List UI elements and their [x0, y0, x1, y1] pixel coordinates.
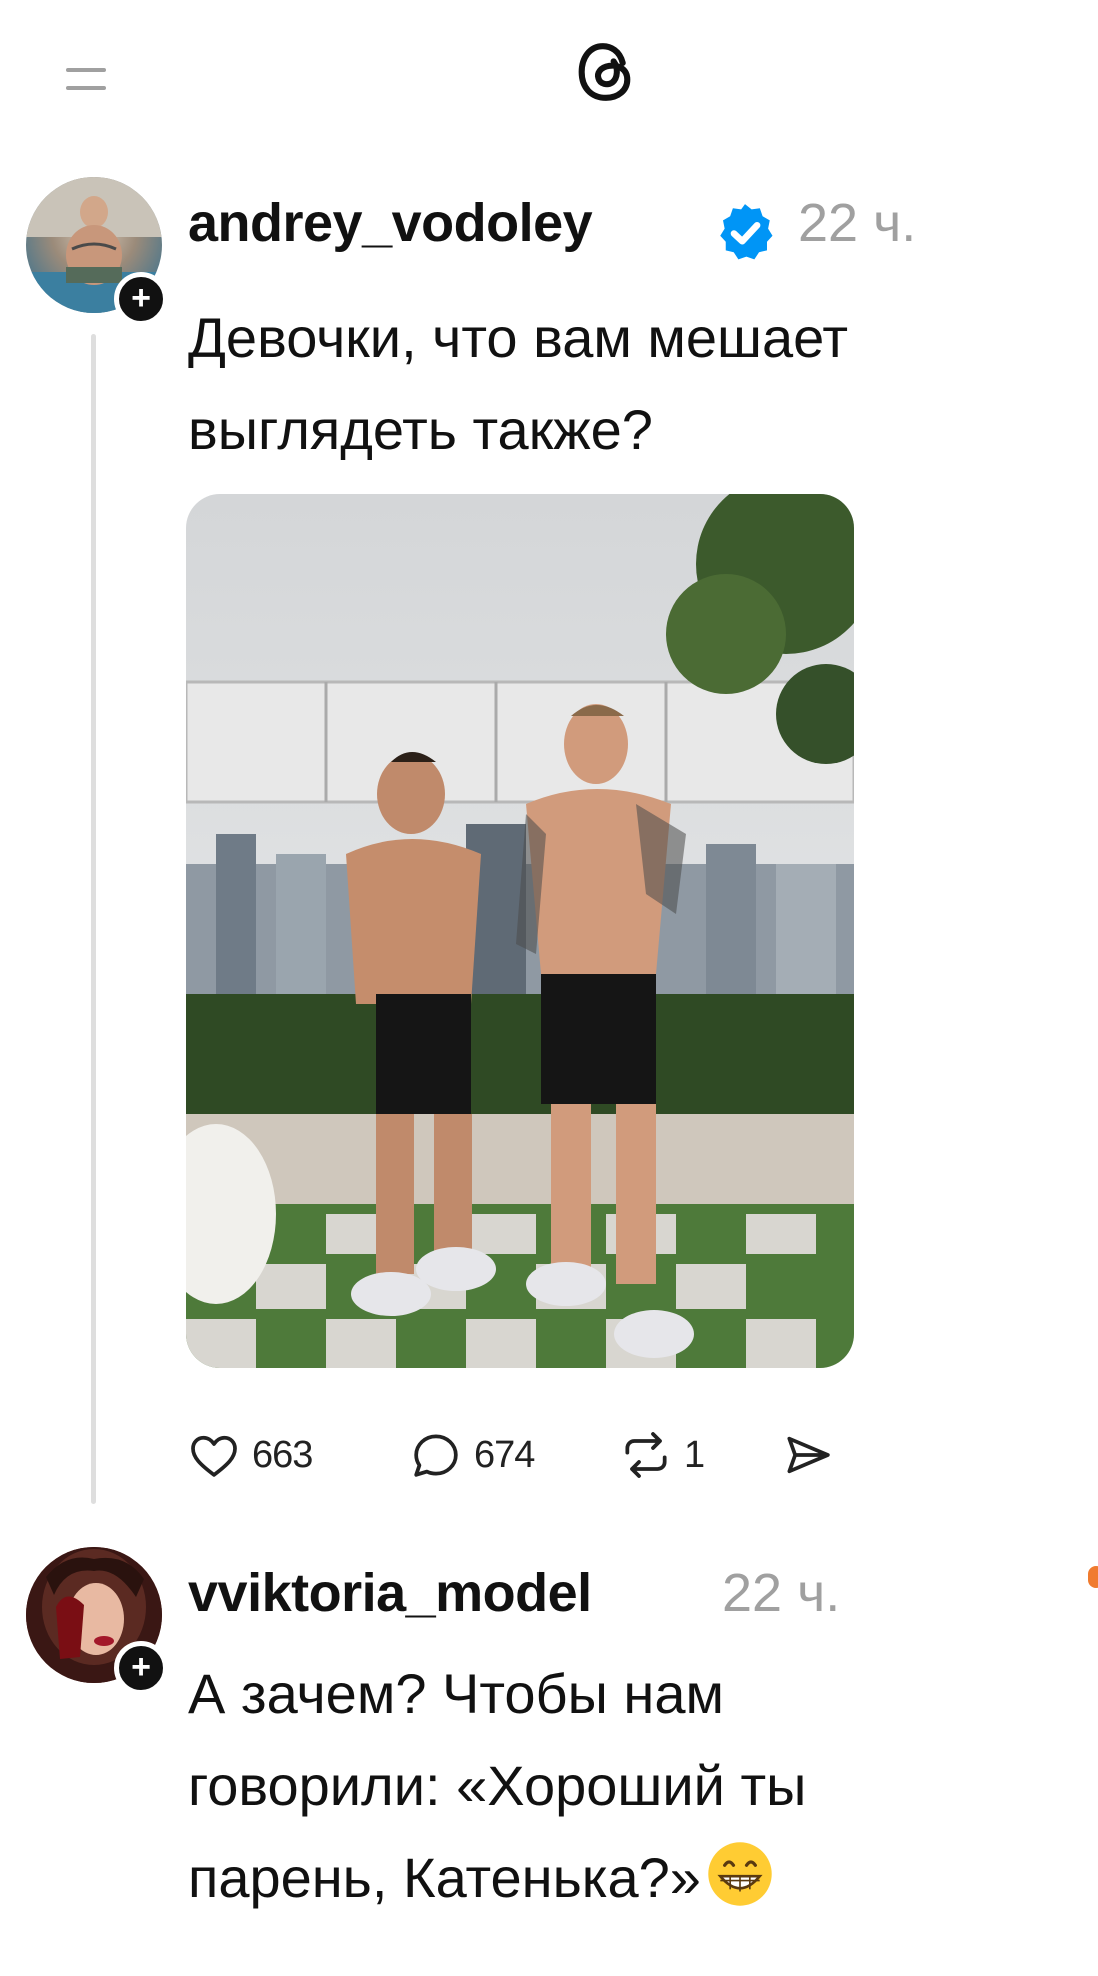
post-username[interactable]: vviktoria_model: [188, 1562, 592, 1624]
repost-count: 1: [684, 1433, 705, 1476]
follow-button[interactable]: +: [114, 1641, 168, 1695]
top-bar: [0, 0, 1098, 150]
post-text-line: Девочки, что вам мешает: [188, 306, 849, 369]
post-text-line: говорили: «Хороший ты: [188, 1754, 807, 1817]
post-text-line: парень, Катенька?»: [188, 1832, 1068, 1924]
share-button[interactable]: [780, 1420, 836, 1490]
comment-icon: [414, 1434, 458, 1477]
post-text-line: А зачем? Чтобы нам: [188, 1662, 724, 1725]
grinning-face-emoji-icon: [708, 1842, 772, 1906]
post-text-line: выглядеть также?: [188, 398, 653, 461]
post-time: 22 ч.: [722, 1563, 841, 1623]
repost-button[interactable]: 1: [618, 1420, 705, 1490]
thread-line: [91, 334, 96, 1504]
post-time: 22 ч.: [798, 193, 917, 253]
repost-icon: [625, 1432, 667, 1478]
post-text: А зачем? Чтобы нам говорили: «Хороший ты…: [188, 1648, 1068, 1924]
follow-button[interactable]: +: [114, 272, 168, 326]
like-count: 663: [252, 1433, 313, 1476]
heart-icon: [191, 1435, 237, 1477]
post-username[interactable]: andrey_vodoley: [188, 192, 593, 254]
threads-logo-icon[interactable]: [568, 34, 644, 110]
notification-dot: [1088, 1566, 1098, 1588]
hamburger-menu-icon[interactable]: [66, 64, 108, 96]
reply-count: 674: [474, 1433, 535, 1476]
reply-button[interactable]: 674: [408, 1420, 535, 1490]
like-button[interactable]: 663: [186, 1420, 313, 1490]
send-icon: [787, 1436, 830, 1474]
post-text: Девочки, что вам мешает выглядеть также?: [188, 292, 1068, 476]
post-text-fragment: парень, Катенька?»: [188, 1846, 701, 1909]
post-photo[interactable]: [186, 494, 854, 1368]
verified-badge-icon: [720, 204, 773, 260]
